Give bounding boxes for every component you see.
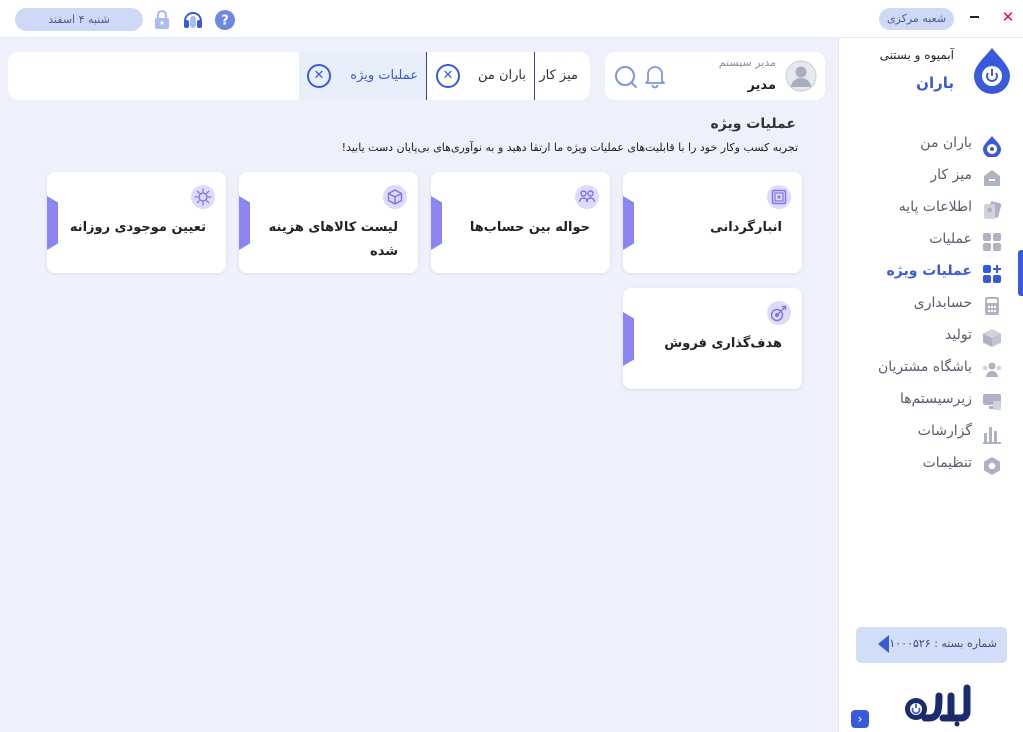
card-sales-target[interactable]: هدف‌گذاری فروش [623,288,802,389]
sidebar-item-label: گزارشات [917,423,972,439]
card-label: انبارگردانی [710,220,782,235]
sidebar-item-desk[interactable]: میز کار [839,162,1023,194]
user-name: مدیر [747,78,776,93]
sidebar-item-base-info[interactable]: اطلاعات پایه [839,194,1023,226]
sidebar: آبمیوه و بستنی باران باران من میز کار اط… [838,38,1023,732]
sidebar-item-label: عملیات [929,231,972,247]
sidebar-item-label: حسابداری [913,295,972,311]
sidebar-item-label: اطلاعات پایه [898,199,972,215]
card-tab-decoration [239,196,250,250]
grid-plus-icon [983,265,1001,283]
card-tab-decoration [431,196,442,250]
arrow-left-icon [878,635,889,653]
package-number-box[interactable]: شماره بسته : ۱۰۰۰۵۲۶ [856,627,1007,663]
brand-name: باران [916,74,954,92]
card-account-transfer[interactable]: حواله بین حساب‌ها [431,172,610,273]
card-tab-decoration [623,196,634,250]
sidebar-item-label: تولید [945,327,972,343]
brand-logo-icon [974,48,1010,94]
user-bar: مدیر سیستم مدیر [605,52,825,100]
close-button[interactable]: ✕ [1000,7,1016,27]
title-bar: شنبه ۴ اسفند ? شعبه مرکزی ✕ [0,0,1023,38]
package-number: شماره بسته : ۱۰۰۰۵۲۶ [889,637,997,650]
close-tab-button[interactable]: ✕ [307,64,331,88]
baran-logo-icon [983,136,1001,157]
card-label: تعیین موجودی روزانه [69,220,206,235]
sidebar-item-settings[interactable]: تنظیمات [839,450,1023,482]
tab-label: عملیات ویژه [350,68,418,83]
page-title: عملیات ویژه [710,116,796,132]
info-cards-icon [984,201,1002,219]
sidebar-menu: باران من میز کار اطلاعات پایه عملیات عمل… [839,130,1023,482]
card-tab-decoration [623,312,634,366]
sidebar-item-customer-club[interactable]: باشگاه مشتریان [839,354,1023,386]
headset-icon[interactable] [181,8,205,32]
sidebar-item-label: باشگاه مشتریان [877,359,972,375]
svg-text:?: ? [221,14,229,29]
tab-special-operations[interactable]: عملیات ویژه ✕ [299,52,426,100]
date-badge[interactable]: شنبه ۴ اسفند [15,8,143,31]
search-icon[interactable] [612,64,638,90]
minimize-button[interactable] [970,16,979,18]
collapse-sidebar-button[interactable]: › [851,710,869,728]
tab-label: میز کار [539,68,578,83]
sun-icon [191,185,215,209]
card-tab-decoration [47,196,58,250]
card-expensed-goods[interactable]: لیست کالاهای هزینه شده [239,172,418,273]
card-label: هدف‌گذاری فروش [664,336,782,351]
customers-icon [982,362,1002,377]
grid-icon [983,233,1001,251]
active-indicator [1018,250,1023,296]
baran-wordmark-logo [905,684,971,727]
tab-desk[interactable]: میز کار [534,52,590,100]
card-daily-stock[interactable]: تعیین موجودی روزانه [47,172,226,273]
sidebar-item-label: باران من [920,135,972,151]
tab-baran-man[interactable]: باران من ✕ [426,52,534,100]
sidebar-item-label: تنظیمات [922,455,972,471]
sidebar-item-label: میز کار [930,167,972,183]
brand-subtitle: آبمیوه و بستنی [879,48,954,62]
sidebar-item-accounting[interactable]: حسابداری [839,290,1023,322]
sidebar-item-reports[interactable]: گزارشات [839,418,1023,450]
target-icon [767,301,791,325]
lock-icon[interactable] [150,8,174,32]
tab-bar: عملیات ویژه ✕ باران من ✕ میز کار [8,52,590,100]
tab-label: باران من [477,68,526,83]
settings-hex-icon [984,457,1000,475]
sidebar-item-operations[interactable]: عملیات [839,226,1023,258]
sidebar-item-production[interactable]: تولید [839,322,1023,354]
branch-badge[interactable]: شعبه مرکزی [879,8,954,30]
card-inventory-count[interactable]: انبارگردانی [623,172,802,273]
help-icon[interactable]: ? [213,8,237,32]
sidebar-item-label: عملیات ویژه [886,263,972,279]
home-icon [984,170,1000,186]
card-label: لیست کالاهای هزینه شده [268,220,398,259]
package-icon [383,185,407,209]
sidebar-item-subsystems[interactable]: زیرسیستم‌ها [839,386,1023,418]
card-label: حواله بین حساب‌ها [469,220,590,235]
avatar[interactable] [785,60,817,92]
user-role: مدیر سیستم [718,56,776,69]
safe-icon [767,185,791,209]
page-subtitle: تجربه کسب وکار خود را با قابلیت‌های عملی… [341,141,798,154]
users-transfer-icon [575,185,599,209]
bar-chart-icon [983,427,1001,444]
sidebar-item-baran-man[interactable]: باران من [839,130,1023,162]
box-icon [983,329,1001,347]
sidebar-item-label: زیرسیستم‌ها [899,391,972,407]
sidebar-item-special-operations[interactable]: عملیات ویژه [839,258,1023,290]
subsystems-icon [983,394,1001,410]
close-tab-button[interactable]: ✕ [436,64,460,88]
bell-icon[interactable] [642,63,668,89]
calculator-icon [985,297,999,315]
